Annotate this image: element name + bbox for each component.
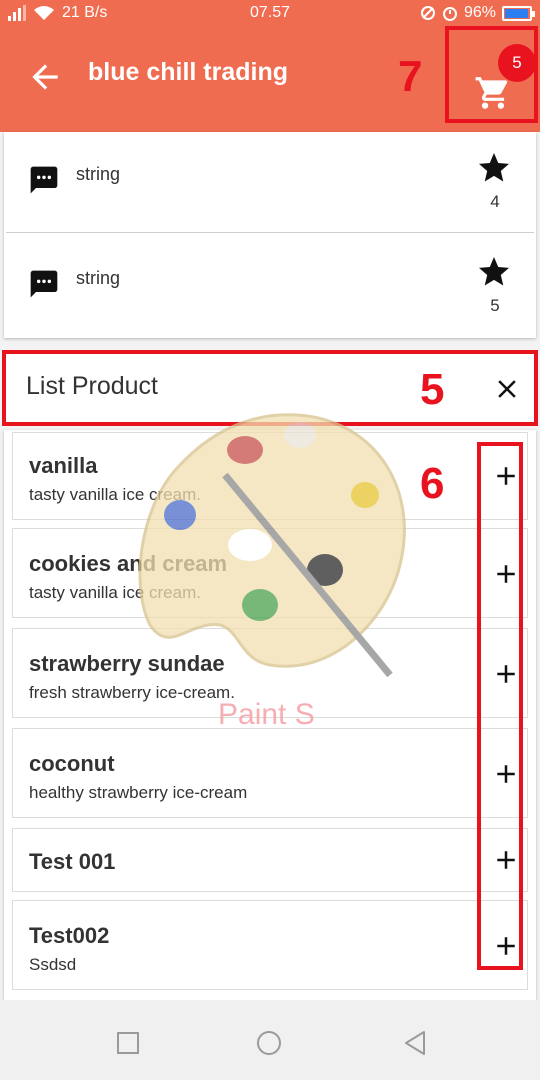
comment-rating: 4: [490, 192, 500, 211]
battery-fill: [505, 8, 529, 18]
annotation-add-buttons-box: [477, 442, 523, 970]
product-description: Ssdsd: [29, 955, 77, 974]
product-name: cookies and cream: [29, 551, 228, 576]
comment-rating: 5: [490, 296, 500, 315]
product-item: coconut healthy strawberry ice-cream: [12, 728, 528, 818]
product-name: coconut: [29, 751, 115, 776]
home-icon[interactable]: [256, 1030, 282, 1056]
status-bar: 21 B/s 07.57 96%: [0, 0, 540, 28]
close-icon[interactable]: [492, 374, 522, 404]
cart-count-badge: 5: [498, 44, 536, 82]
message-icon: [30, 166, 58, 194]
comment-item: string 5: [4, 236, 536, 336]
product-item: cookies and cream tasty vanilla ice crea…: [12, 528, 528, 618]
product-description: fresh strawberry ice-cream.: [29, 683, 235, 702]
message-icon: [30, 270, 58, 298]
annotation-header-number: 5: [420, 365, 445, 414]
product-name: vanilla: [29, 453, 98, 478]
list-product-header: List Product: [2, 350, 538, 426]
comment-text: string: [76, 268, 121, 288]
product-description: healthy strawberry ice-cream: [29, 783, 248, 802]
status-right: 96%: [420, 4, 535, 22]
battery-icon: [502, 5, 535, 21]
product-description: tasty vanilla ice cream.: [29, 485, 201, 504]
comment-item: string 4: [4, 132, 536, 232]
battery-percent: 96%: [463, 4, 496, 21]
system-nav-bar: [0, 1000, 540, 1080]
recent-apps-icon[interactable]: [115, 1030, 141, 1056]
back-triangle-icon[interactable]: [402, 1030, 428, 1056]
annotation-cart-number: 7: [398, 52, 423, 101]
product-item: Test 001: [12, 828, 528, 892]
app-bar: 21 B/s 07.57 96% blue chill trading 7 5: [0, 0, 540, 132]
star-icon: [479, 153, 509, 182]
annotation-add-number: 6: [420, 459, 445, 508]
shopping-cart-icon[interactable]: [474, 74, 512, 112]
star-icon: [479, 257, 509, 286]
vibrate-icon: [420, 6, 435, 20]
watermark-text: Paint S: [218, 698, 315, 731]
list-product-title: List Product: [26, 372, 159, 400]
comments-list: string 4 string 5: [4, 132, 536, 338]
product-description: tasty vanilla ice cream.: [29, 583, 201, 602]
product-name: Test 001: [29, 849, 116, 874]
page-title: blue chill trading: [88, 58, 289, 86]
divider: [6, 232, 534, 233]
alarm-icon: [442, 7, 457, 21]
product-name: Test002: [29, 923, 110, 948]
comment-text: string: [76, 164, 121, 184]
product-item: Test002 Ssdsd: [12, 900, 528, 990]
product-item: vanilla tasty vanilla ice cream.: [12, 432, 528, 520]
product-name: strawberry sundae: [29, 651, 225, 676]
arrow-back-icon[interactable]: [26, 58, 64, 96]
